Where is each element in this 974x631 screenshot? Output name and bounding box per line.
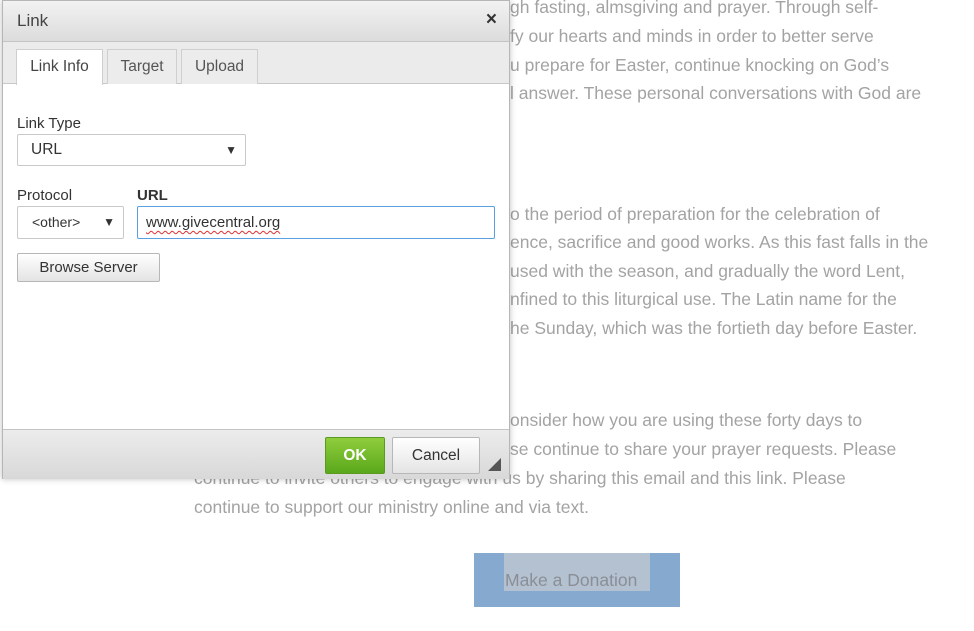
body-text-line: used with the season, and gradually the … (510, 261, 905, 281)
body-text-line: u prepare for Easter, continue knocking … (510, 55, 890, 75)
body-text-line: nfined to this liturgical use. The Latin… (510, 289, 897, 309)
url-label: URL (137, 187, 168, 204)
link-type-value: URL (31, 141, 63, 158)
body-text-line: onsider how you are using these forty da… (510, 410, 863, 430)
body-text-line: continue to support our ministry online … (194, 497, 589, 517)
dialog-footer: OK Cancel (3, 429, 509, 479)
dialog-titlebar[interactable]: Link × (3, 1, 509, 42)
url-input[interactable]: www.givecentral.org (137, 206, 495, 239)
cancel-button[interactable]: Cancel (392, 437, 480, 474)
protocol-value: <other> (32, 214, 81, 230)
body-text-line: o the period of preparation for the cele… (510, 204, 880, 224)
close-icon[interactable]: × (486, 9, 497, 31)
body-text-line: ence, sacrifice and good works. As this … (510, 232, 929, 252)
chevron-down-icon: ▼ (103, 215, 115, 229)
donate-label: Make a Donation (504, 553, 650, 591)
chevron-down-icon: ▼ (225, 143, 237, 157)
body-text-line: fy our hearts and minds in order to bett… (510, 26, 874, 46)
body-text-line: l answer. These personal conversations w… (510, 83, 922, 103)
tab-link-info[interactable]: Link Info (16, 49, 103, 85)
dialog-title: Link (17, 11, 49, 30)
dialog-tabs: Link Info Target Upload (3, 42, 509, 85)
body-text-line: gh fasting, almsgiving and prayer. Throu… (510, 0, 879, 17)
protocol-label: Protocol (17, 187, 73, 204)
protocol-select[interactable]: <other> ▼ (17, 206, 124, 239)
link-type-select[interactable]: URL ▼ (17, 134, 246, 166)
ok-button[interactable]: OK (325, 437, 385, 474)
donate-button[interactable]: Make a Donation (474, 553, 680, 607)
body-text-line: he Sunday, which was the fortieth day be… (510, 318, 918, 338)
link-type-label: Link Type (17, 115, 81, 132)
browse-server-button[interactable]: Browse Server (17, 253, 160, 282)
body-text-line: se continue to share your prayer request… (510, 439, 897, 459)
resize-handle-icon[interactable] (488, 458, 501, 471)
tab-upload[interactable]: Upload (181, 49, 258, 84)
link-dialog: Link × Link Info Target Upload Link Type… (2, 0, 510, 479)
tab-target[interactable]: Target (107, 49, 177, 84)
url-value: www.givecentral.org (146, 214, 281, 231)
